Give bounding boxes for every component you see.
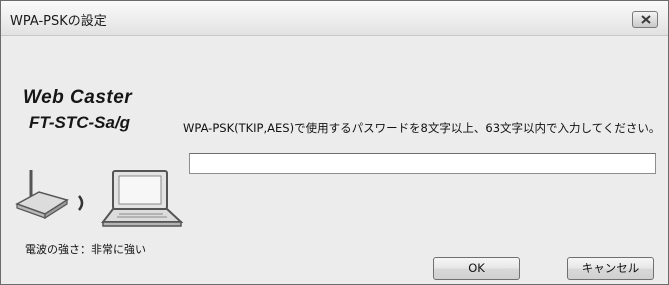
logo-line2: FT-STC-Sa/g: [29, 113, 131, 132]
close-icon: [641, 15, 651, 24]
instruction-text: WPA-PSK(TKIP,AES)で使用するパスワードを8文字以上、63文字以内…: [183, 121, 661, 135]
password-input[interactable]: [189, 153, 656, 174]
close-button[interactable]: [632, 11, 658, 28]
laptop-icon: [101, 170, 183, 227]
logo-line1: Web Caster: [23, 87, 133, 108]
wpa-psk-dialog: WPA-PSKの設定 Web Caster FT-STC-Sa/g 電波の強さ：…: [0, 0, 669, 285]
signal-wave-icon: [78, 195, 84, 211]
webcaster-logo: Web Caster FT-STC-Sa/g: [23, 87, 133, 132]
cancel-button[interactable]: キャンセル: [567, 257, 654, 280]
signal-strength-label: 電波の強さ：非常に強い: [25, 243, 146, 256]
ok-button[interactable]: OK: [433, 257, 520, 280]
window-title: WPA-PSKの設定: [10, 14, 107, 29]
wireless-router-icon: [15, 170, 84, 220]
title-bar[interactable]: WPA-PSKの設定: [1, 1, 668, 36]
